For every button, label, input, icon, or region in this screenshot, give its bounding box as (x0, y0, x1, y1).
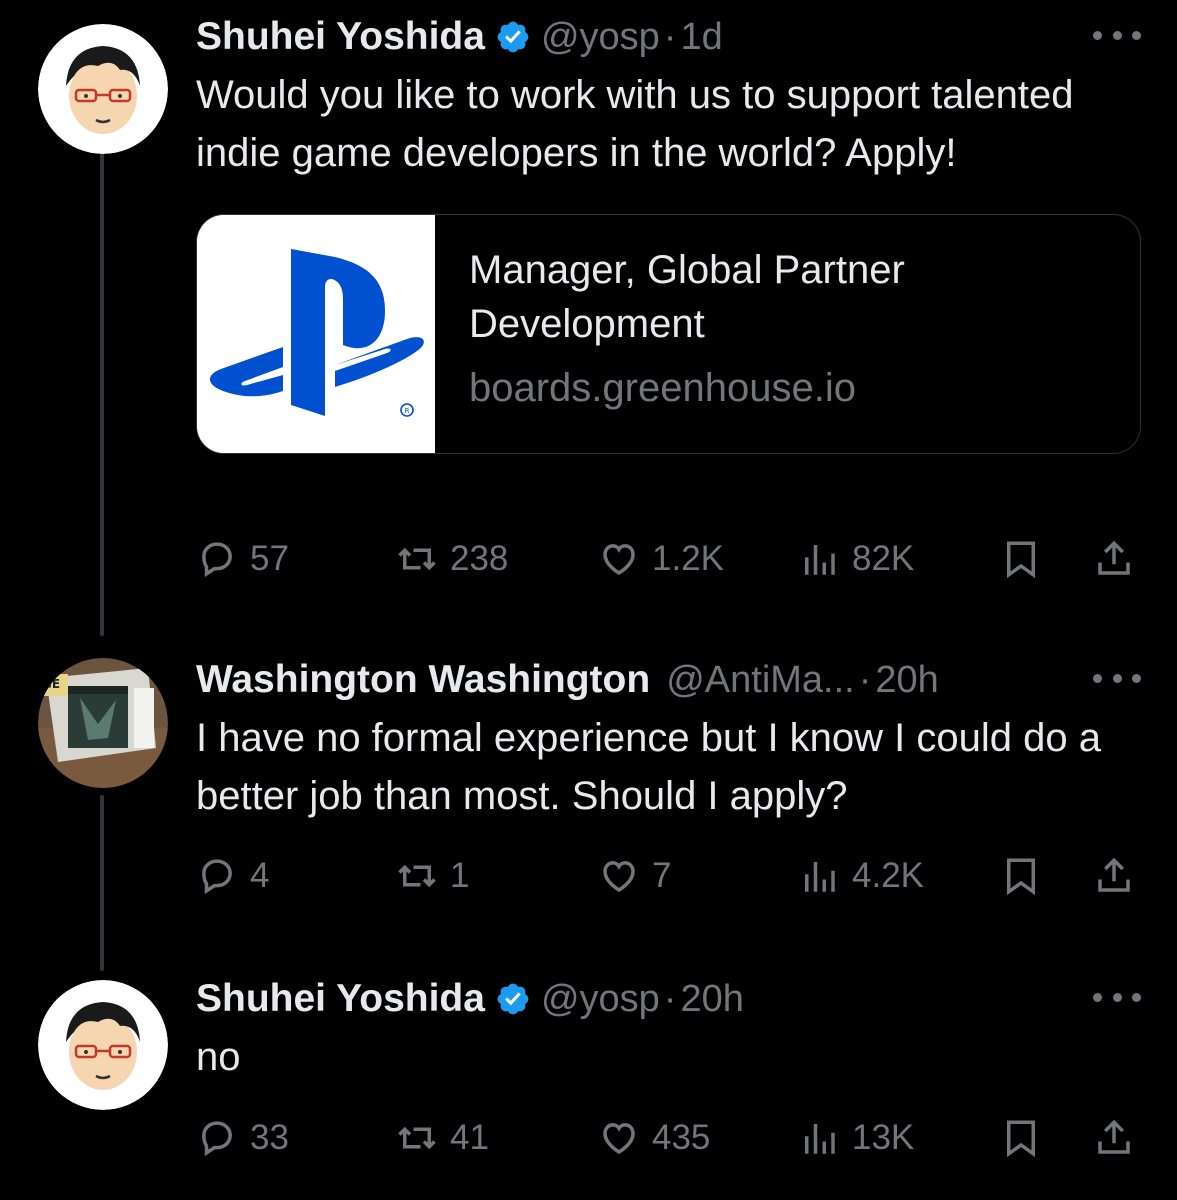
avatar[interactable]: GE (38, 658, 168, 788)
bookmark-icon (1007, 1120, 1035, 1158)
tweet-actions: 4 1 7 4.2K (0, 852, 1177, 900)
repost-icon (398, 1126, 436, 1150)
tweet-actions: 33 41 435 13K (0, 1114, 1177, 1162)
like-button[interactable]: 1.2K (598, 535, 724, 583)
separator-dot: · (663, 15, 677, 58)
avatar[interactable] (38, 24, 168, 154)
reply-count: 4 (250, 856, 270, 895)
more-options-icon[interactable] (1093, 982, 1141, 1012)
bookmark-button[interactable] (1000, 852, 1042, 900)
heart-icon (603, 861, 635, 893)
share-icon (1098, 540, 1130, 575)
repost-icon (398, 864, 436, 888)
author-handle[interactable]: @AntiMa... (666, 659, 855, 702)
author-name[interactable]: Washington Washington (196, 658, 650, 702)
share-icon (1098, 1119, 1130, 1154)
repost-count: 1 (450, 856, 470, 895)
views-button[interactable]: 13K (798, 1114, 914, 1162)
separator-dot: · (663, 977, 677, 1020)
share-icon (1098, 857, 1130, 892)
reply-icon (202, 542, 232, 578)
reply-button[interactable]: 33 (196, 1114, 289, 1162)
card-title[interactable]: Manager, Global Partner Development (469, 243, 1106, 351)
views-icon (805, 545, 835, 575)
tweet-text: Would you like to work with us to suppor… (196, 73, 1074, 175)
like-button[interactable]: 7 (598, 852, 671, 900)
views-icon (805, 862, 835, 892)
bookmark-button[interactable] (1000, 1114, 1042, 1162)
reply-count: 33 (250, 1118, 289, 1157)
more-options-icon[interactable] (1093, 20, 1141, 50)
reply-button[interactable]: 4 (196, 852, 269, 900)
views-count: 13K (852, 1118, 915, 1157)
timestamp[interactable]: 1d (680, 16, 722, 59)
tweet-text: no (196, 1035, 241, 1079)
views-count: 82K (852, 539, 915, 578)
reply-button[interactable]: 57 (196, 535, 289, 583)
author-handle[interactable]: @yosp (541, 16, 660, 59)
reply-icon (202, 859, 232, 895)
author-name[interactable]: Shuhei Yoshida (196, 15, 485, 59)
bookmark-button[interactable] (1000, 535, 1042, 583)
link-card[interactable]: R Manager, Global Partner Development bo… (196, 214, 1141, 454)
like-button[interactable]: 435 (598, 1114, 710, 1162)
views-icon (805, 1124, 835, 1154)
share-button[interactable] (1093, 535, 1135, 583)
verified-badge-icon (495, 19, 531, 55)
more-options-icon[interactable] (1093, 663, 1141, 693)
tweet[interactable]: GE Washington Washington @AntiMa... · 20… (0, 655, 1177, 925)
reply-icon (202, 1121, 232, 1157)
svg-text:R: R (405, 407, 410, 415)
heart-icon (603, 544, 635, 576)
repost-icon (398, 547, 436, 571)
playstation-logo-icon: R (197, 215, 435, 453)
author-handle[interactable]: @yosp (541, 978, 660, 1021)
repost-count: 238 (450, 539, 509, 578)
tweet-actions: 57 238 1.2K 82K (0, 535, 1177, 583)
heart-icon (603, 1123, 635, 1155)
views-count: 4.2K (852, 856, 924, 895)
repost-count: 41 (450, 1118, 489, 1157)
repost-button[interactable]: 1 (396, 852, 469, 900)
verified-badge-icon (495, 981, 531, 1017)
like-count: 1.2K (652, 539, 724, 578)
bookmark-icon (1007, 858, 1035, 896)
repost-button[interactable]: 41 (396, 1114, 489, 1162)
timestamp[interactable]: 20h (875, 659, 938, 702)
author-name[interactable]: Shuhei Yoshida (196, 977, 485, 1021)
timestamp[interactable]: 20h (680, 978, 743, 1021)
like-count: 7 (652, 856, 672, 895)
views-button[interactable]: 4.2K (798, 852, 924, 900)
svg-text:GE: GE (42, 677, 60, 691)
share-button[interactable] (1093, 852, 1135, 900)
avatar[interactable] (38, 980, 168, 1110)
separator-dot: · (858, 658, 872, 701)
reply-count: 57 (250, 539, 289, 578)
share-button[interactable] (1093, 1114, 1135, 1162)
views-button[interactable]: 82K (798, 535, 914, 583)
tweet[interactable]: Shuhei Yoshida @yosp · 1d Would you like… (0, 12, 1177, 592)
card-domain[interactable]: boards.greenhouse.io (469, 361, 1106, 415)
repost-button[interactable]: 238 (396, 535, 508, 583)
tweet[interactable]: Shuhei Yoshida @yosp · 20h no 33 41 435 … (0, 974, 1177, 1194)
bookmark-icon (1007, 541, 1035, 579)
like-count: 435 (652, 1118, 711, 1157)
tweet-text: I have no formal experience but I know I… (196, 716, 1101, 818)
